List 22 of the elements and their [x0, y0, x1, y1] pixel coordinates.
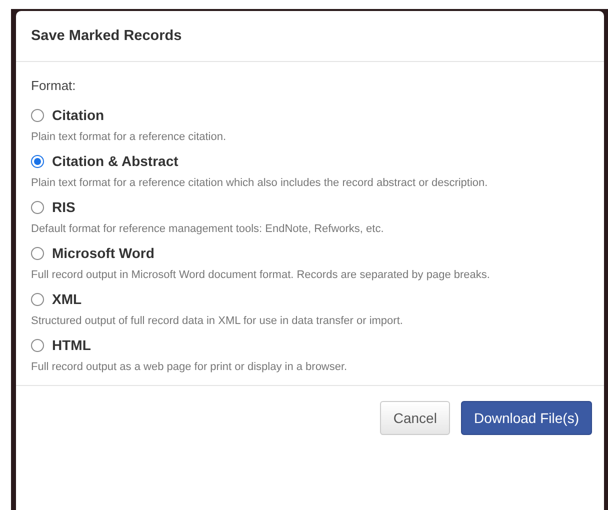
option-label[interactable]: RIS — [52, 199, 76, 215]
radio-button[interactable] — [31, 108, 44, 122]
option-description: Structured output of full record data in XML for use in data transfer or import. — [31, 315, 404, 327]
radio-button[interactable] — [31, 154, 44, 168]
option-description: Plain text format for a reference citation. — [31, 131, 228, 143]
option-description: Full record output as a web page for print or display in a browser. — [31, 361, 348, 373]
option-label[interactable]: HTML — [52, 337, 91, 353]
option-description: Default format for reference management tools: EndNote, Refworks, etc. — [31, 223, 385, 235]
option-label[interactable]: Citation — [52, 107, 104, 123]
format-label: Format: — [31, 78, 77, 93]
radio-button[interactable] — [31, 292, 44, 306]
option-label[interactable]: Microsoft Word — [52, 245, 154, 261]
option-description: Full record output in Microsoft Word document format. Records are separated by page breaks. — [31, 269, 491, 281]
option-description: Plain text format for a reference citation which also includes the record abstract or description. — [31, 177, 489, 189]
cancel-button[interactable]: Cancel — [380, 401, 450, 435]
radio-button[interactable] — [31, 200, 44, 214]
radio-button[interactable] — [31, 338, 44, 352]
option-label[interactable]: Citation & Abstract — [52, 153, 178, 169]
download-button[interactable]: Download File(s) — [460, 401, 592, 435]
dialog-title: Save Marked Records — [31, 28, 182, 44]
option-label[interactable]: XML — [52, 291, 82, 307]
radio-button[interactable] — [31, 246, 44, 260]
